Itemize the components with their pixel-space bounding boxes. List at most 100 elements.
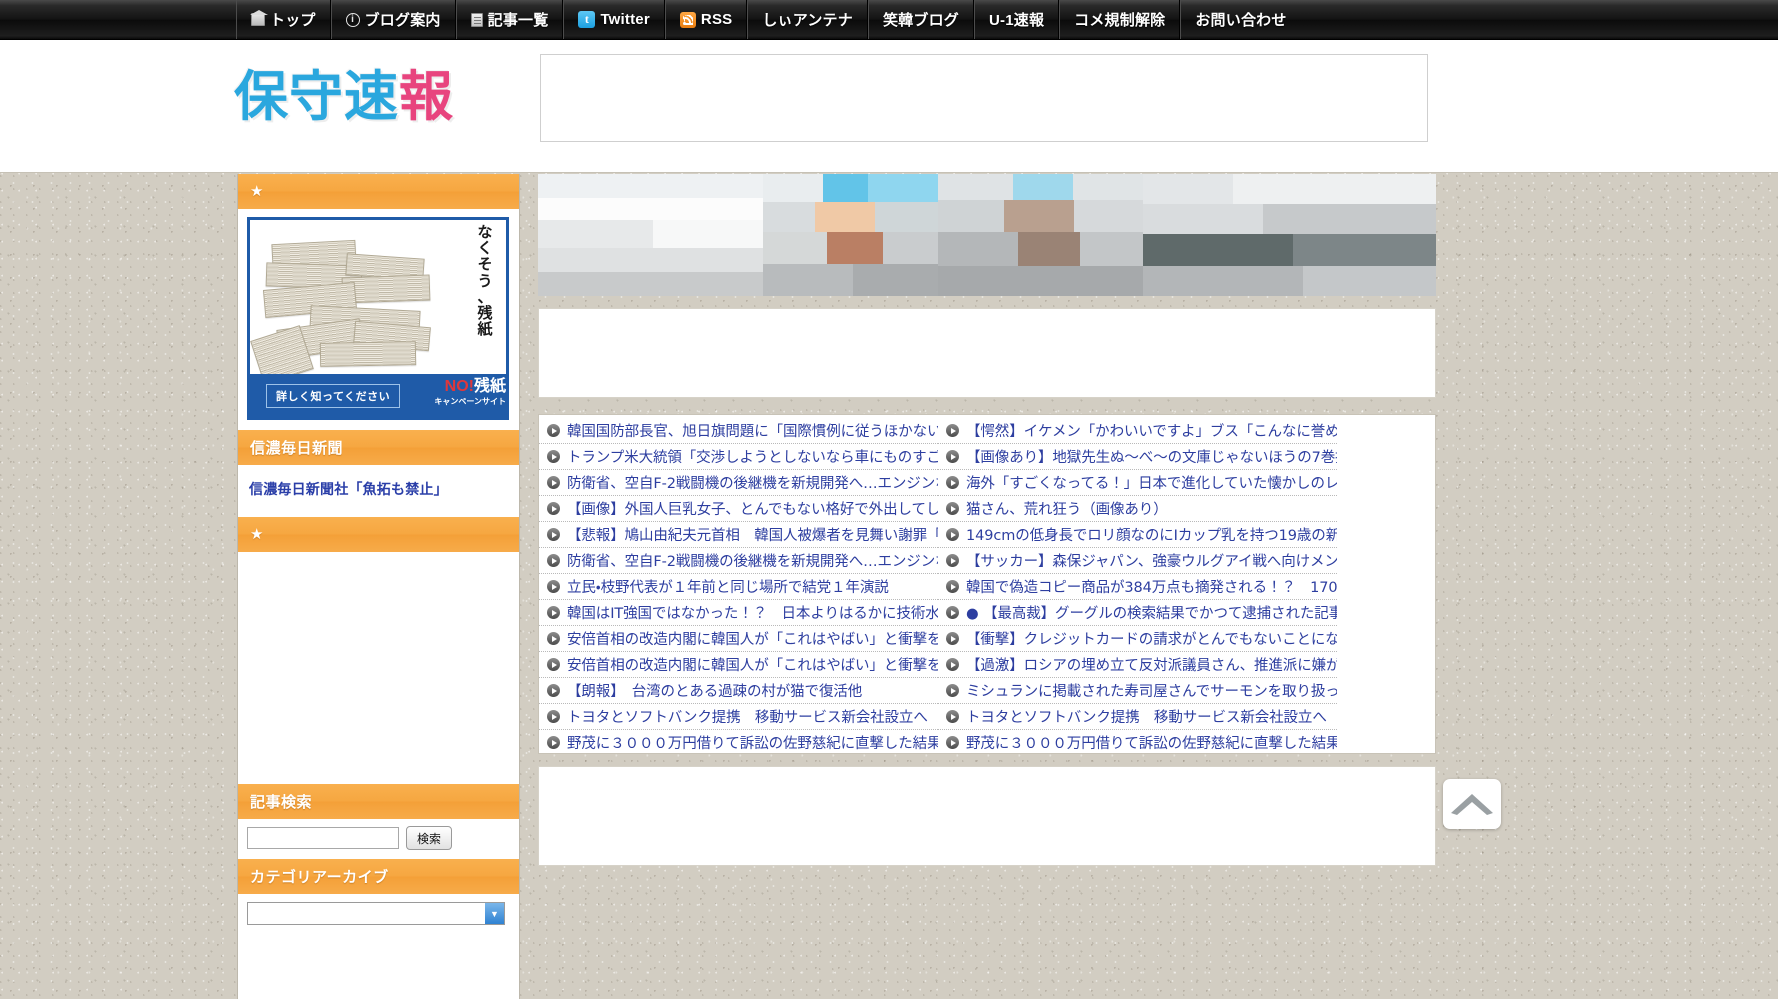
nav-item-twitter[interactable]: t Twitter (563, 0, 665, 39)
list-item[interactable]: 安倍首相の改造内閣に韓国人が「これはやばい」と衝撃を受け (539, 652, 938, 678)
scroll-to-top-button[interactable] (1443, 779, 1501, 829)
chevron-down-icon: ▼ (485, 903, 504, 924)
list-item[interactable]: ミシュランに掲載された寿司屋さんでサーモンを取り扱ってる (938, 678, 1337, 704)
play-bullet-icon (547, 710, 560, 723)
play-bullet-icon (547, 580, 560, 593)
list-item[interactable]: ● 【最高裁】グーグルの検索結果でかつて逮捕された記事、削 (938, 600, 1337, 626)
nav-label: RSS (700, 11, 733, 28)
newspaper-ad-headline: な く そ う 、 残 紙 (477, 223, 493, 339)
sidebar-widget-title: 記事検索 (250, 794, 313, 811)
list-item[interactable]: 【愕然】イケメン「かわいいですよ」ブス「こんなに誉められ (938, 418, 1337, 444)
main-content: 韓国国防部長官、旭日旗問題に「国際慣例に従うほかない事案 トランプ米大統領「交渉… (538, 174, 1436, 866)
header-advertisement[interactable] (540, 54, 1428, 142)
list-item[interactable]: 【過激】ロシアの埋め立て反対派議員さん、推進派に嫌がらせ (938, 652, 1337, 678)
play-bullet-icon (946, 684, 959, 697)
newspaper-ad-cta-button[interactable]: 詳しく知ってください (266, 384, 401, 408)
nav-label: しぃアンテナ (762, 12, 853, 29)
article-list-container: 韓国国防部長官、旭日旗問題に「国際慣例に従うほかない事案 トランプ米大統領「交渉… (538, 414, 1436, 754)
list-item[interactable]: 【朗報】 台湾のとある過疎の村が猫で復活他 (539, 678, 938, 704)
hero-banner-image[interactable] (538, 174, 1436, 296)
list-item[interactable]: 韓国はIT強国ではなかった！？ 日本よりはるかに技術水準が低 (539, 600, 938, 626)
article-title: 海外「すごくなってる！」日本で進化していた懐かしのレスト (966, 476, 1337, 492)
newspaper-banner-ad[interactable]: な く そ う 、 残 紙 詳しく知ってください NO!残紙 キャンペーンサイト (247, 217, 509, 420)
nav-item-shi-antenna[interactable]: しぃアンテナ (747, 0, 868, 39)
article-title: トヨタとソフトバンク提携 移動サービス新会社設立へ (567, 710, 928, 726)
main-advertisement-top[interactable] (538, 308, 1436, 398)
sidebar-blank-ad-slot[interactable] (238, 552, 519, 784)
list-item[interactable]: 猫さん、荒れ狂う（画像あり） (938, 496, 1337, 522)
sidebar-item-shinano-link[interactable]: 信濃毎日新聞社「魚拓も禁止」 (247, 473, 510, 507)
nav-left-spacer (0, 0, 236, 39)
list-item[interactable]: トヨタとソフトバンク提携 移動サービス新会社設立へ (539, 704, 938, 730)
logo-text-blue: 保守速 (234, 65, 399, 128)
site-logo[interactable]: 保守速報 (234, 52, 454, 131)
search-button[interactable]: 検索 (406, 826, 453, 850)
sidebar-widget-header-banner: ★ (238, 174, 519, 209)
article-title: ● 【最高裁】グーグルの検索結果でかつて逮捕された記事、削 (966, 606, 1337, 622)
play-bullet-icon (946, 424, 959, 437)
star-icon: ★ (250, 183, 264, 200)
list-item[interactable]: トランプ米大統領「交渉しようとしないなら車にものすごい関 (539, 444, 938, 470)
nav-item-u1-sokuho[interactable]: U-1速報 (973, 0, 1060, 39)
list-item[interactable]: 【悲報】鳩山由紀夫元首相 韓国人被爆者を見舞い謝罪「日本 (539, 522, 938, 548)
article-title: 猫さん、荒れ狂う（画像あり） (966, 502, 1168, 518)
newspaper-stack-photo: な く そ う 、 残 紙 (250, 220, 506, 380)
list-item[interactable]: 韓国で偽造コピー商品が384万点も摘発される！？ 1700人も (938, 574, 1337, 600)
info-icon: i (345, 12, 360, 27)
article-title: 野茂に３０００万円借りて訴訟の佐野慈紀に直撃した結果 「現 (966, 736, 1337, 752)
list-item[interactable]: 海外「すごくなってる！」日本で進化していた懐かしのレスト (938, 470, 1337, 496)
nav-item-shokan-blog[interactable]: 笑韓ブログ (867, 0, 974, 39)
nav-item-comment-unblock[interactable]: コメ規制解除 (1059, 0, 1181, 39)
play-bullet-icon (946, 736, 959, 749)
logo-text-pink: 報 (399, 65, 454, 128)
sidebar-widget-title: カテゴリアーカイブ (250, 869, 389, 886)
list-item[interactable]: 安倍首相の改造内閣に韓国人が「これはやばい」と衝撃を受け (539, 626, 938, 652)
star-icon: ★ (250, 526, 264, 543)
list-item[interactable]: トヨタとソフトバンク提携 移動サービス新会社設立へ (938, 704, 1337, 730)
article-title: トランプ米大統領「交渉しようとしないなら車にものすごい関 (567, 450, 938, 466)
list-item[interactable]: 防衛省、空自F-2戦闘機の後継機を新規開発へ…エンジンなど (539, 548, 938, 574)
play-bullet-icon (946, 528, 959, 541)
article-title: 149cmの低身長でロリ顔なのにIカップ乳を持つ19歳の新人が (966, 528, 1337, 544)
article-title: 野茂に３０００万円借りて訴訟の佐野慈紀に直撃した結果 「現 (567, 736, 938, 752)
play-bullet-icon (946, 632, 959, 645)
nav-label: お問い合わせ (1195, 12, 1287, 29)
sidebar-widget-title: 信濃毎日新聞 (250, 440, 344, 457)
nav-item-blog-guide[interactable]: i ブログ案内 (330, 0, 456, 39)
list-item[interactable]: 【画像あり】地獄先生ぬ〜べ〜の文庫じゃないほうの7巻持っ (938, 444, 1337, 470)
nav-item-article-list[interactable]: 記事一覧 (455, 0, 564, 39)
list-item[interactable]: 【衝撃】クレジットカードの請求がとんでもないことになって (938, 626, 1337, 652)
play-bullet-icon (547, 658, 560, 671)
play-bullet-icon (547, 424, 560, 437)
list-item[interactable]: 韓国国防部長官、旭日旗問題に「国際慣例に従うほかない事案 (539, 418, 938, 444)
sidebar-banner-body: な く そ う 、 残 紙 詳しく知ってください NO!残紙 キャンペーンサイト (238, 209, 519, 430)
article-title: 韓国で偽造コピー商品が384万点も摘発される！？ 1700人も (966, 580, 1337, 596)
nav-label: トップ (270, 12, 316, 29)
list-item[interactable]: 野茂に３０００万円借りて訴訟の佐野慈紀に直撃した結果 「現 (938, 730, 1337, 753)
article-title: 【朗報】 台湾のとある過疎の村が猫で復活他 (567, 684, 863, 700)
article-title: 【画像あり】地獄先生ぬ〜べ〜の文庫じゃないほうの7巻持っ (966, 450, 1337, 466)
list-item[interactable]: 149cmの低身長でロリ顔なのにIカップ乳を持つ19歳の新人が (938, 522, 1337, 548)
play-bullet-icon (946, 450, 959, 463)
article-title: 韓国はIT強国ではなかった！？ 日本よりはるかに技術水準が低 (567, 606, 938, 622)
page-body: ★ な く そ う 、 残 紙 詳しく知ってください NO!残紙 キャンペーンサ… (0, 174, 1778, 999)
article-title: 立民・枝野代表が１年前と同じ場所で結党１年演説 (567, 580, 889, 596)
search-input[interactable] (247, 827, 399, 849)
article-title: 【衝撃】クレジットカードの請求がとんでもないことになって (966, 632, 1337, 648)
left-sidebar: ★ な く そ う 、 残 紙 詳しく知ってください NO!残紙 キャンペーンサ… (237, 174, 520, 999)
play-bullet-icon (946, 476, 959, 489)
nav-item-rss[interactable]: RSS (664, 0, 748, 39)
list-item[interactable]: 【画像】外国人巨乳女子、とんでもない格好で外出してしまう (539, 496, 938, 522)
main-advertisement-bottom[interactable] (538, 766, 1436, 866)
list-item[interactable]: 【サッカー】森保ジャパン、強豪ウルグアイ戦へ向けメンバー (938, 548, 1337, 574)
list-item[interactable]: 防衛省、空自F-2戦闘機の後継機を新規開発へ…エンジンなど (539, 470, 938, 496)
nav-item-top[interactable]: トップ (236, 0, 331, 39)
list-item[interactable]: 野茂に３０００万円借りて訴訟の佐野慈紀に直撃した結果 「現 (539, 730, 938, 753)
sidebar-widget-header-star2: ★ (238, 517, 519, 552)
nav-item-contact[interactable]: お問い合わせ (1180, 0, 1300, 39)
site-header: 保守速報 (0, 40, 1778, 173)
category-archive-select[interactable]: ▼ (247, 902, 505, 925)
play-bullet-icon (547, 554, 560, 567)
play-bullet-icon (946, 580, 959, 593)
list-item[interactable]: 立民・枝野代表が１年前と同じ場所で結党１年演説 (539, 574, 938, 600)
